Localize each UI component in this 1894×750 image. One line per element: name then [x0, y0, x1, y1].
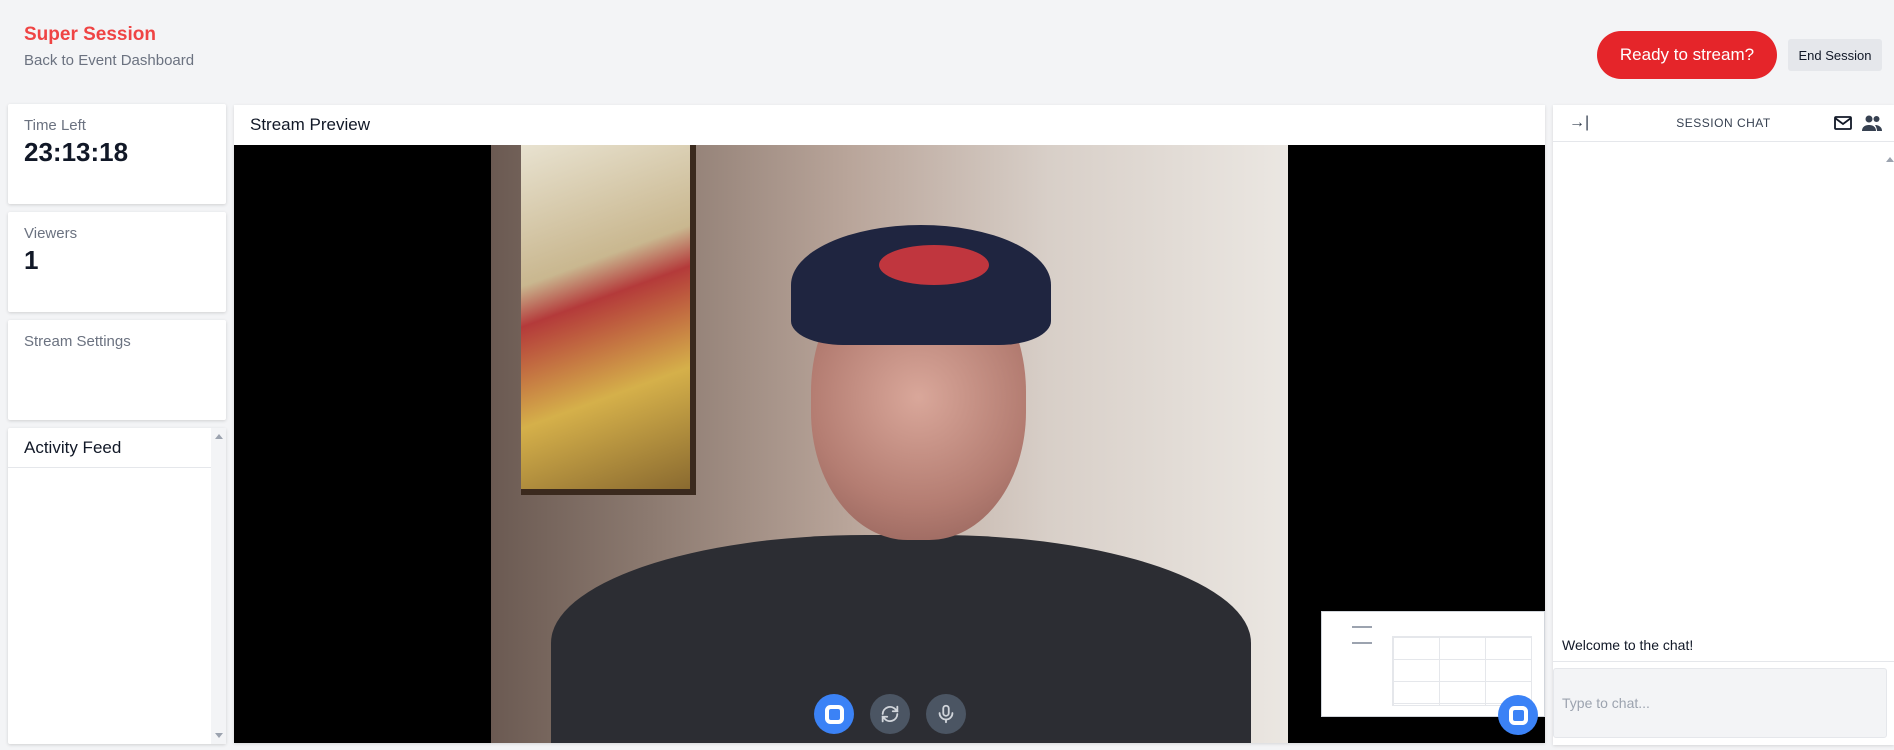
camera-feed-image: [491, 145, 1288, 743]
thumbnail-text-lines: [1352, 626, 1372, 644]
mail-icon[interactable]: [1834, 115, 1852, 131]
microphone-button[interactable]: [926, 694, 966, 734]
person-cap: [791, 225, 1051, 345]
stop-icon: [828, 708, 840, 720]
session-title: Super Session: [24, 24, 156, 45]
time-left-label: Time Left: [24, 117, 86, 134]
scroll-down-arrow-icon[interactable]: [215, 733, 223, 738]
time-left-card: Time Left 23:13:18: [8, 104, 226, 204]
switch-camera-button[interactable]: [870, 694, 910, 734]
ready-to-stream-button[interactable]: Ready to stream?: [1597, 31, 1777, 79]
scroll-up-arrow-icon[interactable]: [1886, 157, 1894, 162]
end-session-button[interactable]: End Session: [1788, 39, 1882, 71]
chat-divider: [1553, 661, 1894, 662]
video-preview: [234, 145, 1545, 743]
scroll-up-arrow-icon[interactable]: [215, 434, 223, 439]
activity-feed-title: Activity Feed: [8, 428, 211, 468]
chat-input[interactable]: [1553, 668, 1887, 738]
cap-logo: [879, 245, 989, 285]
stream-settings-card[interactable]: Stream Settings: [8, 320, 226, 420]
stream-preview-title: Stream Preview: [250, 115, 370, 134]
viewers-value: 1: [24, 245, 39, 275]
chat-message: Welcome to the chat!: [1562, 637, 1694, 653]
chat-scrollbar[interactable]: [1886, 157, 1894, 657]
stream-preview-panel: Stream Preview: [234, 105, 1545, 743]
back-to-dashboard-link[interactable]: Back to Event Dashboard: [24, 52, 194, 69]
stream-settings-label: Stream Settings: [24, 333, 131, 350]
rotate-camera-icon: [881, 705, 899, 723]
time-left-value: 23:13:18: [24, 137, 129, 167]
stop-stream-button[interactable]: [814, 694, 854, 734]
activity-feed-panel: Activity Feed: [8, 428, 226, 744]
wall-painting: [521, 145, 696, 495]
thumbnail-stop-button[interactable]: [1498, 695, 1538, 735]
people-icon[interactable]: [1861, 114, 1883, 132]
viewers-label: Viewers: [24, 225, 78, 242]
viewers-card: Viewers 1: [8, 212, 226, 312]
stop-icon: [1512, 709, 1524, 721]
microphone-icon: [938, 704, 954, 724]
session-chat-panel: →| SESSION CHAT Welcome to the chat!: [1553, 105, 1894, 745]
chat-header: →| SESSION CHAT: [1553, 105, 1894, 142]
activity-feed-scrollbar[interactable]: [211, 428, 226, 744]
